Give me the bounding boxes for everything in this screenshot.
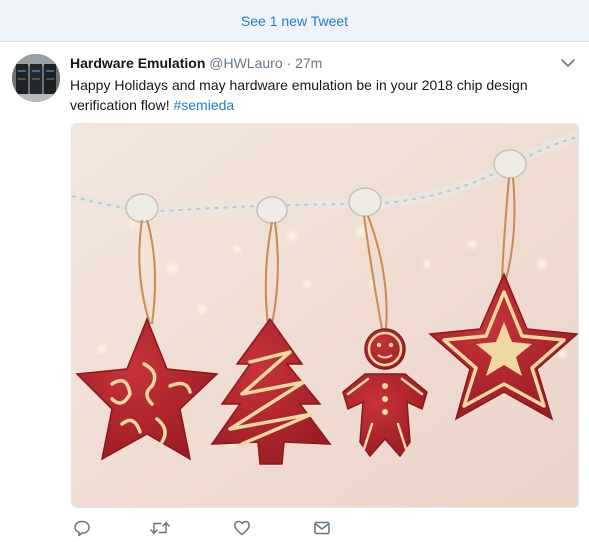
author-handle[interactable]: @HWLauro bbox=[209, 55, 282, 71]
heart-icon[interactable] bbox=[230, 518, 254, 538]
tweet-header: Hardware Emulation @HWLauro · 27m bbox=[70, 54, 322, 72]
tweet-text: Happy Holidays and may hardware emulatio… bbox=[70, 75, 570, 115]
new-tweets-label[interactable]: See 1 new Tweet bbox=[241, 13, 348, 29]
avatar[interactable] bbox=[12, 54, 60, 102]
reply-icon[interactable] bbox=[70, 518, 94, 538]
ornaments-photo bbox=[72, 124, 578, 507]
tweet-actions bbox=[70, 518, 370, 542]
hashtag-link[interactable]: #semieda bbox=[173, 97, 234, 113]
envelope-icon[interactable] bbox=[310, 518, 334, 538]
avatar-image bbox=[12, 54, 60, 102]
author-name[interactable]: Hardware Emulation bbox=[70, 55, 205, 71]
tweet[interactable]: Hardware Emulation @HWLauro · 27m Happy … bbox=[0, 42, 589, 540]
tweet-timestamp[interactable]: 27m bbox=[295, 55, 322, 71]
new-tweets-bar[interactable]: See 1 new Tweet bbox=[0, 0, 589, 42]
retweet-icon[interactable] bbox=[148, 518, 172, 538]
chevron-down-icon[interactable] bbox=[560, 56, 576, 68]
tweet-text-body: Happy Holidays and may hardware emulatio… bbox=[70, 77, 528, 113]
header-separator: · bbox=[286, 55, 292, 71]
tweet-media[interactable] bbox=[71, 123, 579, 508]
